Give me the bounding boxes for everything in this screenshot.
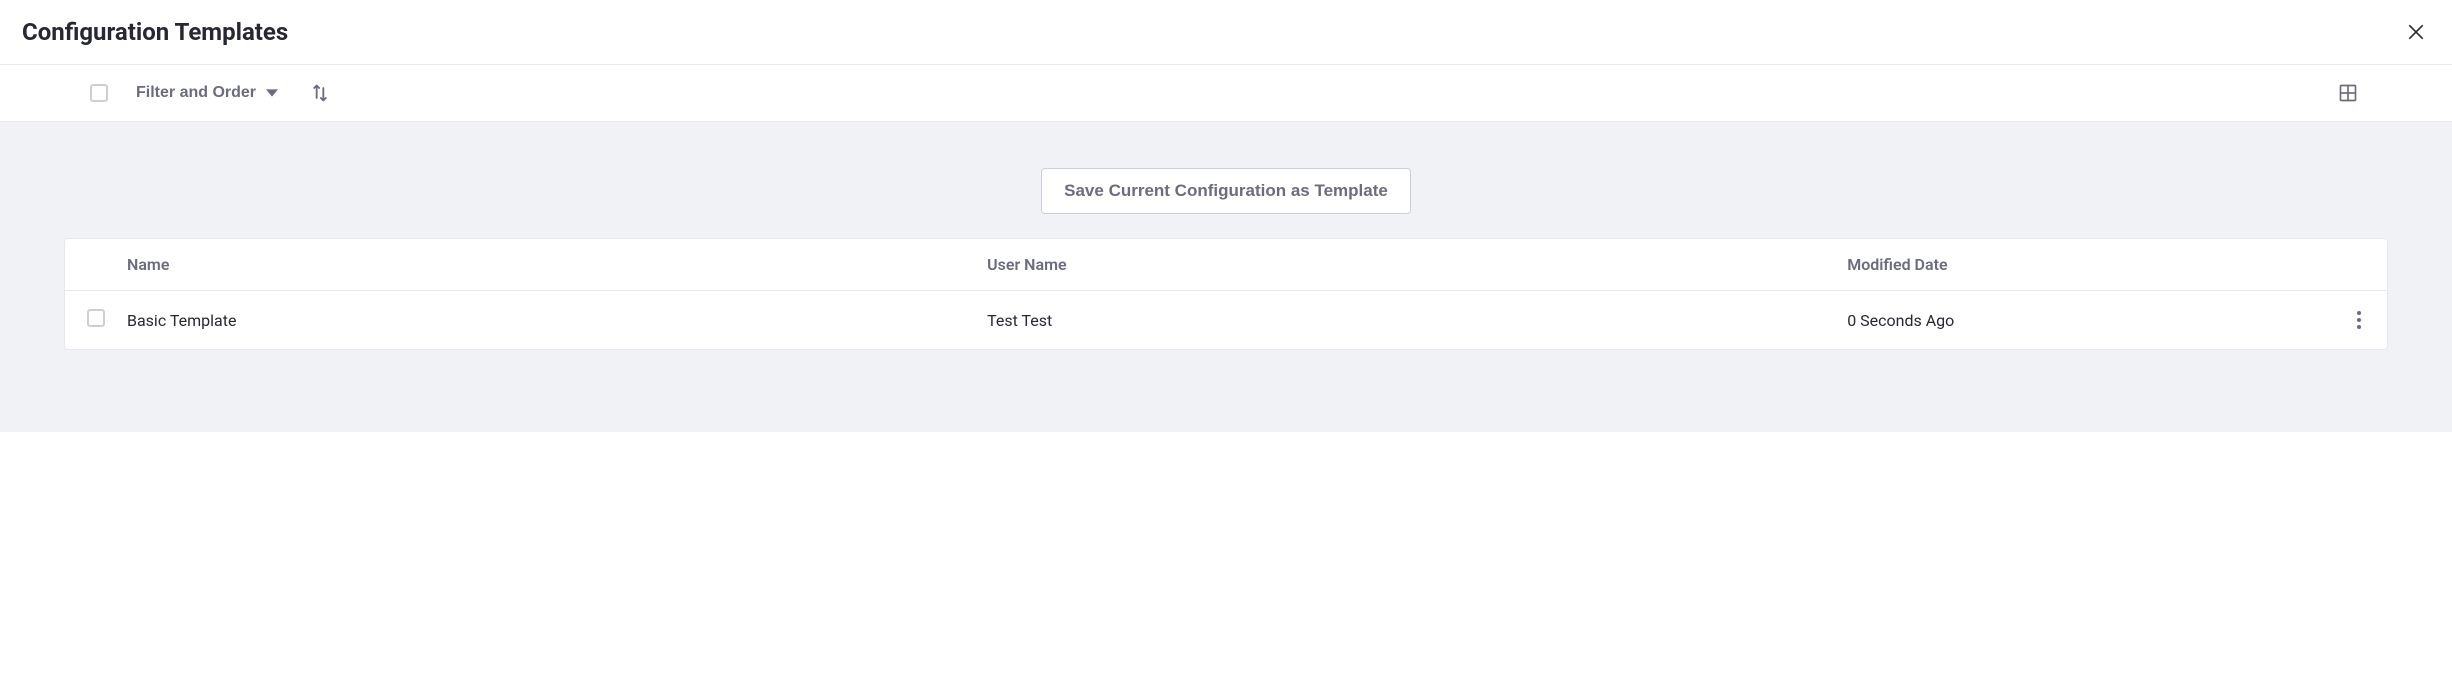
table-header: Name User Name Modified Date (65, 239, 2387, 291)
filter-order-dropdown[interactable]: Filter and Order (136, 84, 278, 102)
toolbar-left: Filter and Order (90, 79, 334, 107)
page-title: Configuration Templates (22, 18, 288, 46)
cell-user: Test Test (987, 311, 1847, 330)
cell-actions (2325, 307, 2365, 333)
close-button[interactable] (2402, 18, 2430, 46)
filter-order-label: Filter and Order (136, 84, 256, 102)
chevron-down-icon (266, 87, 278, 99)
row-checkbox[interactable] (87, 309, 105, 327)
grid-view-button[interactable] (2334, 79, 2362, 107)
column-header-modified[interactable]: Modified Date (1847, 255, 2325, 274)
column-header-name[interactable]: Name (127, 255, 987, 274)
save-button-container: Save Current Configuration as Template (64, 168, 2388, 214)
select-all-checkbox[interactable] (90, 84, 108, 102)
cell-modified: 0 Seconds Ago (1847, 311, 2325, 330)
grid-icon (2338, 83, 2358, 103)
templates-table: Name User Name Modified Date Basic Templ… (64, 238, 2388, 350)
header: Configuration Templates (0, 0, 2452, 65)
sort-arrows-icon (310, 83, 330, 103)
more-vertical-icon (2357, 311, 2361, 329)
close-icon (2406, 22, 2426, 42)
sort-button[interactable] (306, 79, 334, 107)
save-configuration-button[interactable]: Save Current Configuration as Template (1041, 168, 1411, 214)
column-header-user[interactable]: User Name (987, 255, 1847, 274)
row-more-button[interactable] (2353, 307, 2365, 333)
toolbar: Filter and Order (0, 65, 2452, 122)
main-area: Save Current Configuration as Template N… (0, 122, 2452, 432)
cell-name: Basic Template (127, 311, 987, 330)
table-row[interactable]: Basic Template Test Test 0 Seconds Ago (65, 291, 2387, 349)
row-checkbox-cell (87, 309, 127, 331)
